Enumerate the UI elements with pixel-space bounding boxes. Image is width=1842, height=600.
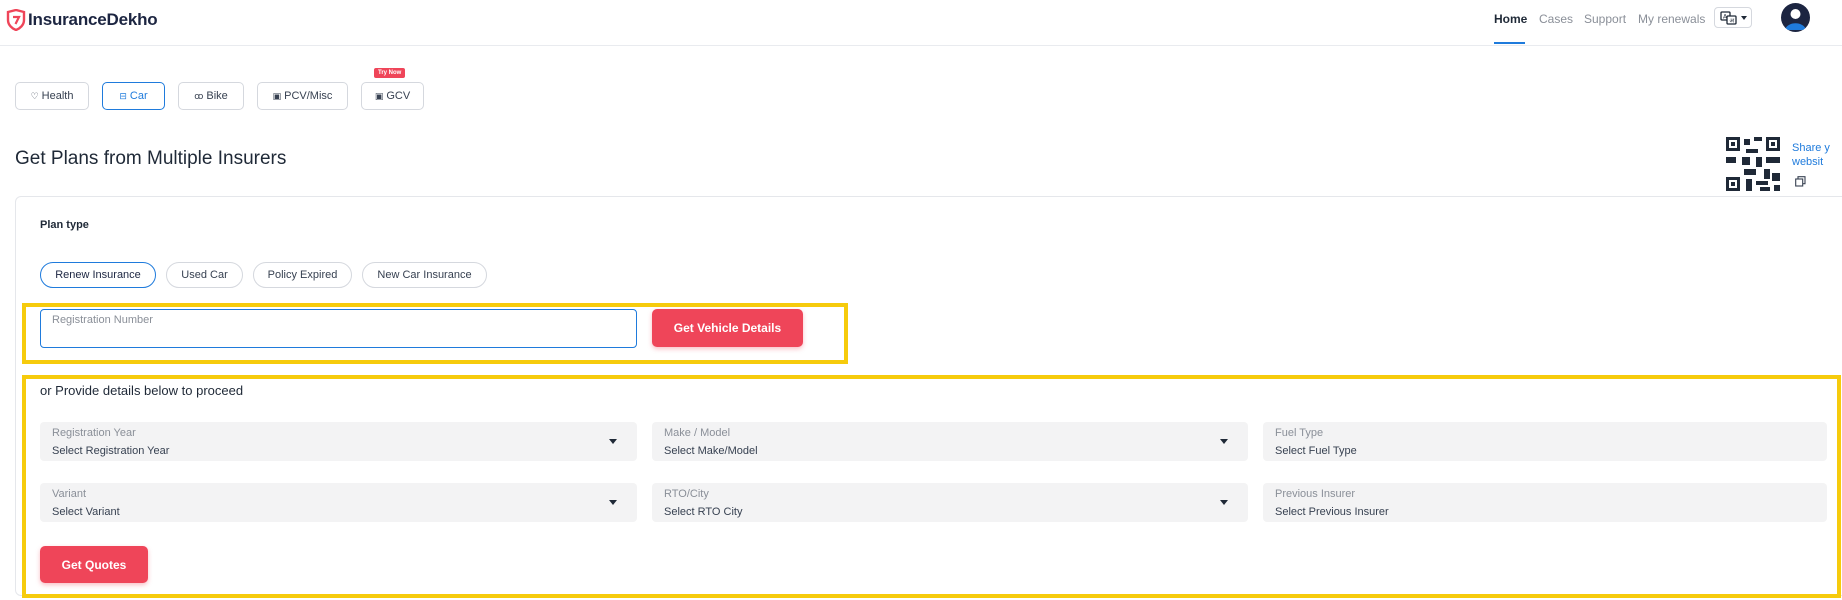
nav-support[interactable]: Support bbox=[1584, 12, 1626, 26]
plan-option-policy-expired[interactable]: Policy Expired bbox=[253, 262, 352, 288]
field-label: RTO/City bbox=[664, 488, 709, 500]
field-placeholder: Select Registration Year bbox=[52, 445, 170, 457]
category-tab-health[interactable]: ♡ Health bbox=[15, 82, 89, 110]
previous-insurer-select[interactable]: Previous Insurer Select Previous Insurer bbox=[1263, 483, 1827, 522]
plan-option-used-car[interactable]: Used Car bbox=[166, 262, 243, 288]
language-selector[interactable]: A अ bbox=[1714, 7, 1752, 28]
brand-logo[interactable]: InsuranceDekho bbox=[6, 9, 158, 31]
make-model-select[interactable]: Make / Model Select Make/Model bbox=[652, 422, 1248, 461]
qr-code-icon bbox=[1726, 137, 1780, 191]
quote-form-card bbox=[15, 196, 1842, 596]
share-text-line: websit bbox=[1792, 156, 1824, 168]
plan-type-label: Plan type bbox=[40, 219, 89, 231]
share-website-link[interactable]: Share y websit bbox=[1792, 141, 1842, 169]
category-tab-car[interactable]: ⊟ Car bbox=[102, 82, 165, 110]
bus-icon: ▣ bbox=[272, 90, 282, 101]
brand-name: InsuranceDekho bbox=[28, 10, 158, 29]
category-tab-gcv[interactable]: ▣ GCV bbox=[361, 82, 424, 110]
field-label: Registration Year bbox=[52, 427, 136, 439]
registration-number-field[interactable]: Registration Number bbox=[40, 309, 637, 348]
field-placeholder: Select Previous Insurer bbox=[1275, 506, 1389, 518]
category-label: Car bbox=[129, 90, 148, 102]
top-header: InsuranceDekho Home Cases Support My ren… bbox=[0, 0, 1842, 46]
svg-text:अ: अ bbox=[1729, 17, 1734, 24]
nav-home[interactable]: Home bbox=[1494, 12, 1527, 26]
category-label: GCV bbox=[386, 90, 411, 102]
caret-down-icon bbox=[1220, 500, 1228, 505]
truck-icon: ▣ bbox=[374, 90, 384, 101]
nav-my-renewals[interactable]: My renewals bbox=[1638, 12, 1705, 26]
fuel-type-select[interactable]: Fuel Type Select Fuel Type bbox=[1263, 422, 1827, 461]
field-placeholder: Select Make/Model bbox=[664, 445, 758, 457]
field-placeholder: Select RTO City bbox=[664, 506, 743, 518]
user-avatar-icon[interactable] bbox=[1781, 3, 1810, 32]
field-label: Variant bbox=[52, 488, 87, 500]
bike-icon: ꝏ bbox=[194, 90, 204, 101]
get-quotes-button[interactable]: Get Quotes bbox=[40, 546, 148, 583]
field-placeholder: Select Variant bbox=[52, 506, 120, 518]
category-label: Health bbox=[41, 90, 74, 102]
field-placeholder: Select Fuel Type bbox=[1275, 445, 1357, 457]
heart-icon: ♡ bbox=[30, 90, 39, 101]
get-vehicle-details-button[interactable]: Get Vehicle Details bbox=[652, 309, 803, 347]
category-tab-pcv-misc[interactable]: ▣ PCV/Misc bbox=[257, 82, 348, 110]
provide-details-heading: or Provide details below to proceed bbox=[40, 383, 244, 398]
category-label: PCV/Misc bbox=[284, 90, 333, 102]
category-tab-bike[interactable]: ꝏ Bike bbox=[178, 82, 244, 110]
registration-year-select[interactable]: Registration Year Select Registration Ye… bbox=[40, 422, 637, 461]
field-label: Make / Model bbox=[664, 427, 731, 439]
car-icon: ⊟ bbox=[119, 90, 127, 101]
shield-logo-icon bbox=[6, 9, 26, 31]
try-now-badge: Try Now bbox=[374, 68, 406, 78]
chevron-down-icon bbox=[1740, 15, 1747, 20]
language-icon: A अ bbox=[1719, 10, 1737, 25]
nav-cases[interactable]: Cases bbox=[1539, 12, 1573, 26]
rto-city-select[interactable]: RTO/City Select RTO City bbox=[652, 483, 1248, 522]
copy-icon[interactable] bbox=[1795, 176, 1806, 187]
caret-down-icon bbox=[609, 439, 617, 444]
registration-number-label: Registration Number bbox=[52, 314, 153, 326]
plan-option-new-car-insurance[interactable]: New Car Insurance bbox=[362, 262, 487, 288]
caret-down-icon bbox=[1220, 439, 1228, 444]
field-label: Fuel Type bbox=[1275, 427, 1324, 439]
registration-number-input[interactable] bbox=[52, 328, 622, 344]
page-title: Get Plans from Multiple Insurers bbox=[15, 148, 287, 169]
caret-down-icon bbox=[609, 500, 617, 505]
variant-select[interactable]: Variant Select Variant bbox=[40, 483, 637, 522]
plan-option-renew-insurance[interactable]: Renew Insurance bbox=[40, 262, 156, 288]
active-nav-indicator bbox=[1494, 42, 1525, 44]
share-text-line: Share y bbox=[1792, 142, 1830, 154]
field-label: Previous Insurer bbox=[1275, 488, 1356, 500]
category-label: Bike bbox=[206, 90, 228, 102]
